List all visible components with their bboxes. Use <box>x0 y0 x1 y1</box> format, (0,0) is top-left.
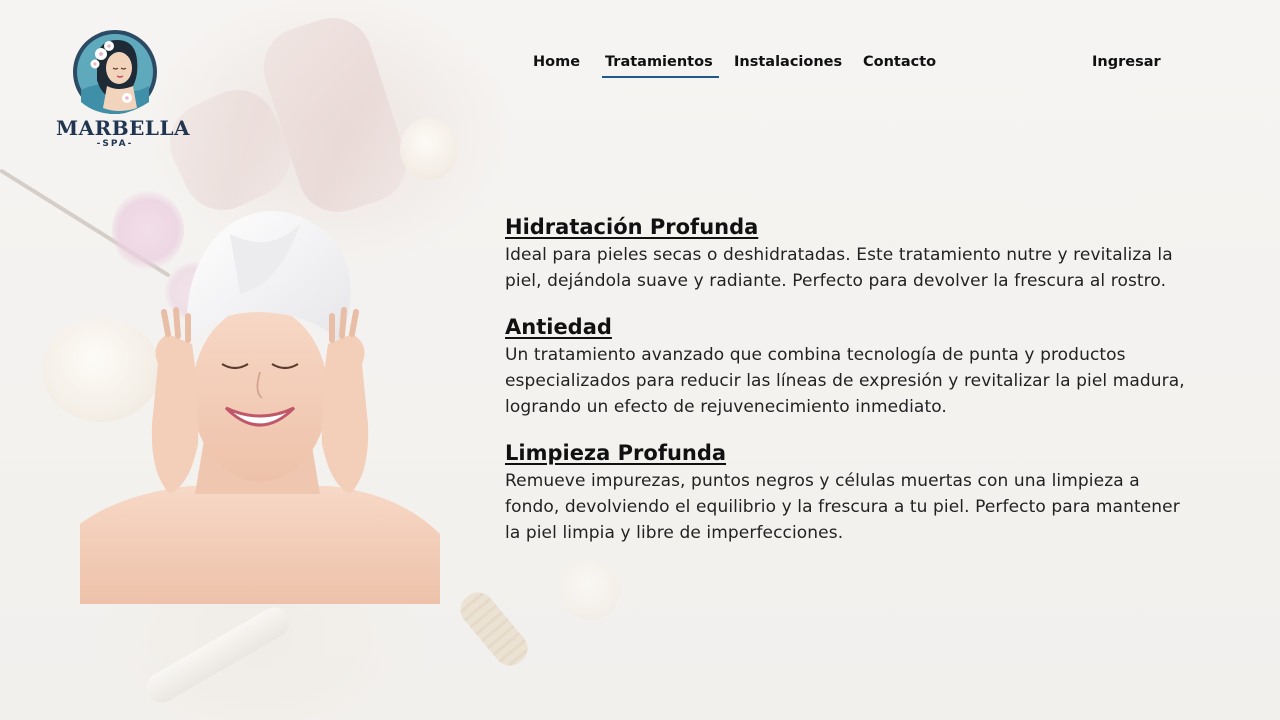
treatment-title[interactable]: Antiedad <box>505 312 1185 342</box>
candle-image <box>400 118 458 180</box>
treatment-title[interactable]: Hidratación Profunda <box>505 212 1185 242</box>
treatment-item: Limpieza Profunda Remueve impurezas, pun… <box>505 438 1185 546</box>
nav-item-home[interactable]: Home <box>533 54 580 76</box>
treatment-description: Un tratamiento avanzado que combina tecn… <box>505 345 1185 417</box>
login-link[interactable]: Ingresar <box>1092 54 1161 76</box>
brush-image <box>453 585 535 673</box>
treatment-item: Hidratación Profunda Ideal para pieles s… <box>505 212 1185 294</box>
treatment-title[interactable]: Limpieza Profunda <box>505 438 1185 468</box>
brand-name: MARBELLA <box>56 116 191 140</box>
treatments-list: Hidratación Profunda Ideal para pieles s… <box>505 212 1185 564</box>
nav-item-tratamientos[interactable]: Tratamientos <box>602 54 719 78</box>
treatment-item: Antiedad Un tratamiento avanzado que com… <box>505 312 1185 420</box>
rolled-towel-image <box>253 7 417 223</box>
brand-logo[interactable]: MARBELLA -SPA- <box>56 28 191 149</box>
woman-with-towel-photo <box>80 194 440 604</box>
treatment-description: Remueve impurezas, puntos negros y célul… <box>505 471 1180 543</box>
brand-tagline: -SPA- <box>96 139 134 149</box>
nav-item-instalaciones[interactable]: Instalaciones <box>734 54 842 76</box>
nav-item-contacto[interactable]: Contacto <box>863 54 936 76</box>
treatment-description: Ideal para pieles secas o deshidratadas.… <box>505 245 1173 291</box>
main-navigation: Home Tratamientos Instalaciones Contacto… <box>0 54 1280 84</box>
candle-image <box>560 560 620 620</box>
mortar-pestle-image <box>141 602 295 708</box>
